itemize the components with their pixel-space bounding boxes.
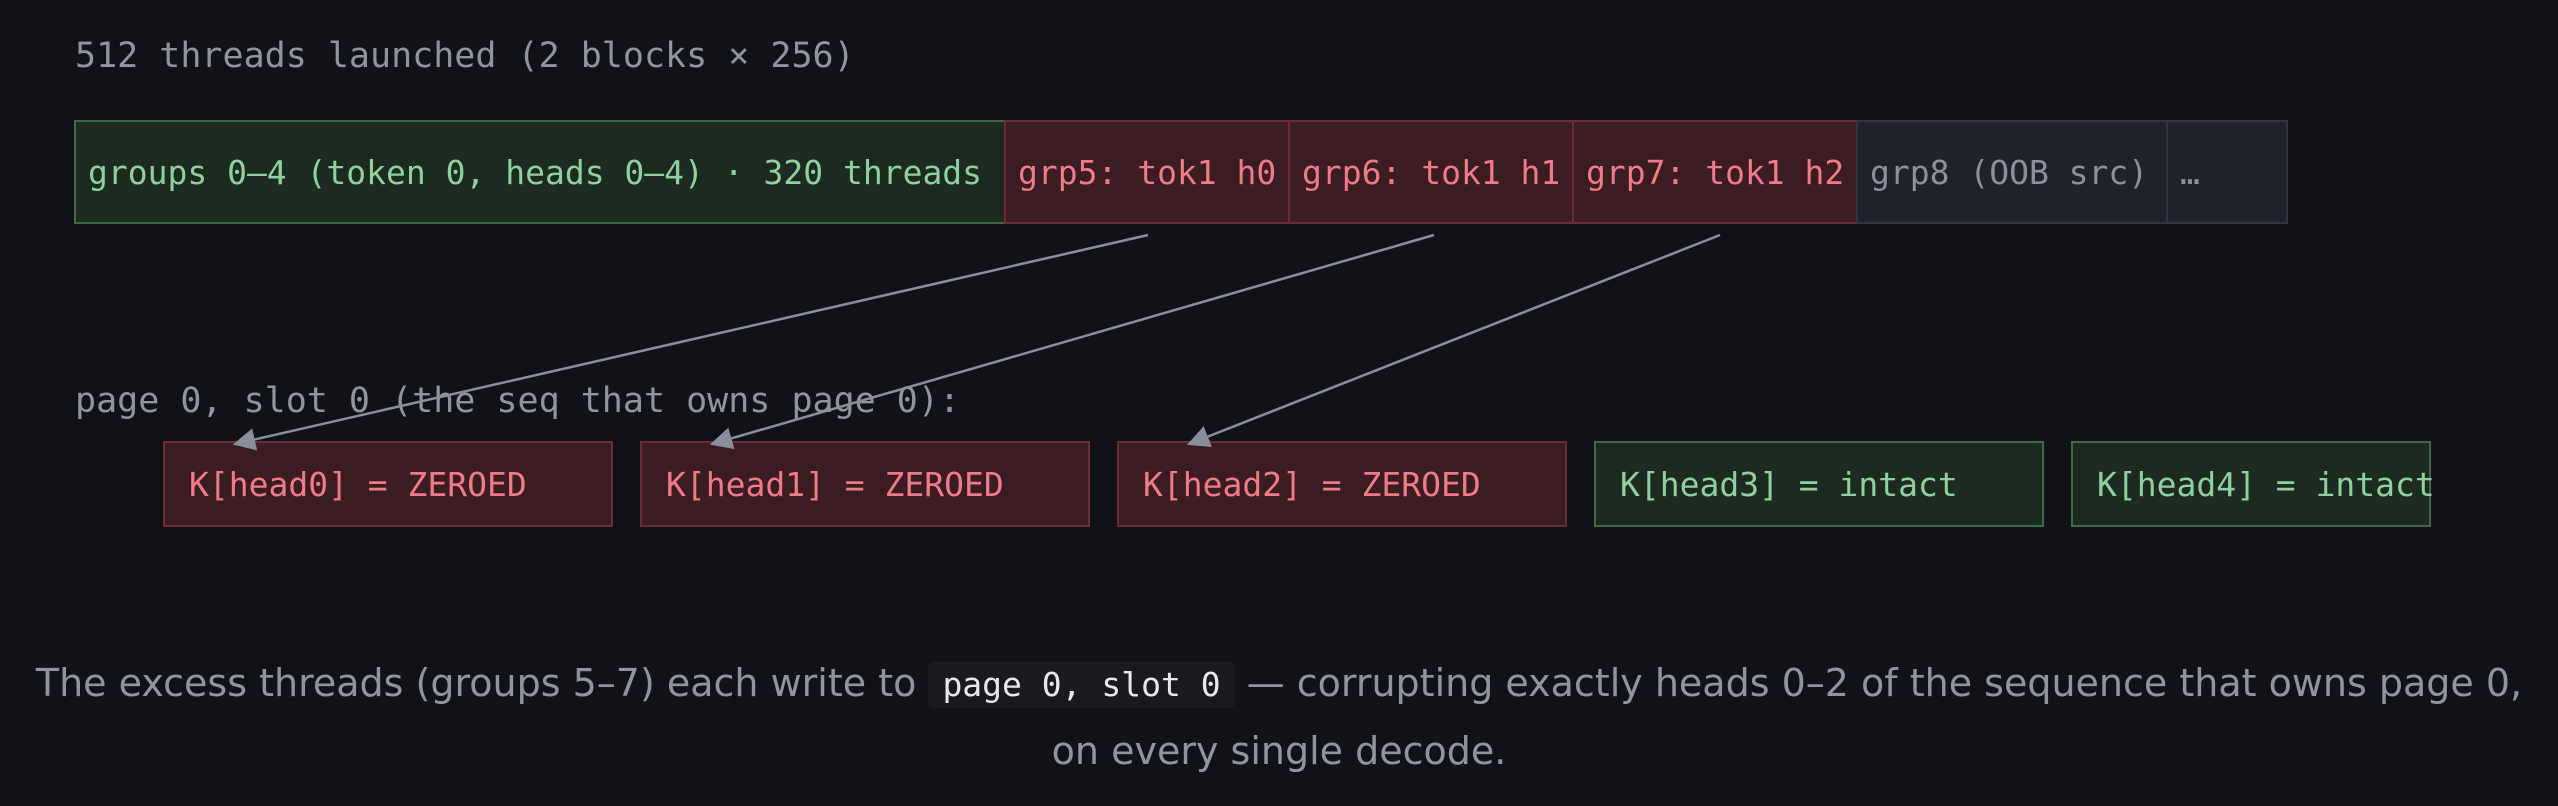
footnote-text-after: — corrupting exactly heads 0–2 of the se… (1051, 661, 2523, 773)
k-head4-box: K[head4] = intact (2071, 441, 2435, 527)
k-head3-box: K[head3] = intact (1594, 441, 2044, 527)
footnote-text-before: The excess threads (groups 5–7) each wri… (35, 661, 929, 705)
k-head0-box: K[head0] = ZEROED (163, 441, 613, 527)
thread-group-7: grp7: tok1 h2 (1572, 120, 1858, 224)
thread-group-0-4: groups 0–4 (token 0, heads 0–4) · 320 th… (74, 120, 1006, 224)
thread-group-8-oob: grp8 (OOB src) (1856, 120, 2168, 224)
thread-group-5: grp5: tok1 h0 (1004, 120, 1290, 224)
footnote-code: page 0, slot 0 (928, 661, 1235, 708)
launch-caption: 512 threads launched (2 blocks × 256) (75, 36, 855, 76)
k-head2-box: K[head2] = ZEROED (1117, 441, 1567, 527)
k-head1-box: K[head1] = ZEROED (640, 441, 1090, 527)
thread-groups-bar: groups 0–4 (token 0, heads 0–4) · 320 th… (74, 120, 2288, 224)
arrow-grp7-to-head2 (1186, 233, 1721, 448)
thread-group-ellipsis: … (2166, 120, 2288, 224)
footnote: The excess threads (groups 5–7) each wri… (30, 650, 2528, 784)
thread-group-6: grp6: tok1 h1 (1288, 120, 1574, 224)
slot-caption: page 0, slot 0 (the seq that owns page 0… (75, 381, 961, 421)
